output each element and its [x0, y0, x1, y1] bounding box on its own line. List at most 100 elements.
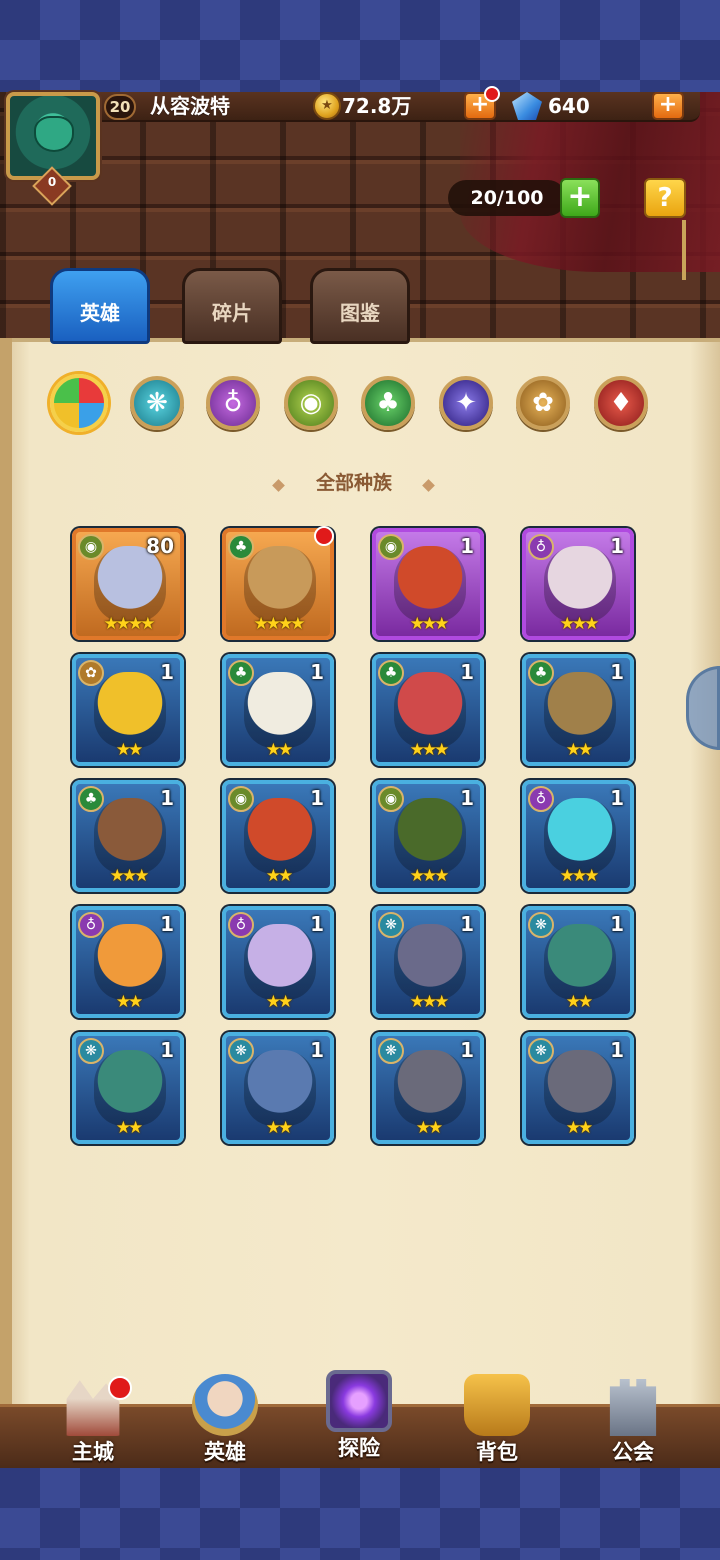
- hero-stars: ★★: [565, 1118, 593, 1138]
- race-filter-olive[interactable]: ◉: [284, 376, 338, 430]
- bag-icon: [464, 1374, 530, 1436]
- hero-level: 1: [310, 786, 324, 810]
- hero-card[interactable]: ♣ 1 ★★★: [372, 654, 484, 766]
- hero-card[interactable]: ❋ 1 ★★: [72, 1032, 184, 1144]
- hero-level: 1: [610, 1038, 624, 1062]
- hero-level: 80: [146, 534, 174, 558]
- hero-portrait: [394, 798, 466, 874]
- nav-label: 背包: [476, 1440, 518, 1464]
- race-cyan-icon: ❋: [528, 1038, 554, 1064]
- hero-portrait: [394, 1050, 466, 1126]
- race-filter-dark[interactable]: ✦: [439, 376, 493, 430]
- tab-fragments[interactable]: 碎片: [182, 268, 282, 344]
- hero-stars: ★★★: [109, 866, 150, 886]
- hero-card[interactable]: ◉ 80 ★★★★: [72, 528, 184, 640]
- race-filter-all[interactable]: [50, 374, 108, 432]
- hero-portrait: [244, 672, 316, 748]
- avatar-badge-value: 0: [47, 175, 57, 189]
- hero-stars: ★★: [415, 1118, 443, 1138]
- expand-capacity-button[interactable]: +: [560, 178, 600, 218]
- race-filter-purple[interactable]: ♁: [206, 376, 260, 430]
- race-cyan-icon: ❋: [378, 1038, 404, 1064]
- hero-portrait: [544, 672, 616, 748]
- hero-card[interactable]: ❋ 1 ★★: [522, 906, 634, 1018]
- hero-stars: ★★★: [409, 866, 450, 886]
- hero-stars: ★★: [565, 992, 593, 1012]
- race-green-icon: ♣: [78, 786, 104, 812]
- hero-card[interactable]: ♣ ★★★★: [222, 528, 334, 640]
- race-filter-red[interactable]: ♦: [594, 376, 648, 430]
- hero-portrait: [544, 798, 616, 874]
- hero-card[interactable]: ♁ 1 ★★★: [522, 528, 634, 640]
- hero-card[interactable]: ❋ 1 ★★: [372, 1032, 484, 1144]
- hero-portrait: [544, 1050, 616, 1126]
- hero-stars: ★★★: [409, 740, 450, 760]
- hero-card[interactable]: ♁ 1 ★★: [222, 906, 334, 1018]
- hero-stars: ★★: [565, 740, 593, 760]
- race-purple-icon: ♁: [78, 912, 104, 938]
- hero-card[interactable]: ♣ 1 ★★: [522, 654, 634, 766]
- player-name: 从容波特: [150, 94, 230, 118]
- book-edge: [0, 338, 12, 1438]
- portal-icon: [326, 1370, 392, 1432]
- hero-card[interactable]: ✿ 1 ★★: [72, 654, 184, 766]
- race-olive-icon: ◉: [228, 786, 254, 812]
- nav-label: 公会: [612, 1440, 654, 1464]
- hero-level: 1: [610, 534, 624, 558]
- hero-stars: ★★: [265, 1118, 293, 1138]
- hero-stars: ★★★: [409, 614, 450, 634]
- hero-portrait: [394, 672, 466, 748]
- race-filter-cyan[interactable]: ❋: [130, 376, 184, 430]
- gold-amount: 72.8万: [342, 94, 412, 118]
- race-gold-icon: ✿: [78, 660, 104, 686]
- city-alert-dot: [108, 1376, 132, 1400]
- nav-guild[interactable]: 公会: [578, 1370, 688, 1466]
- hero-portrait: [244, 924, 316, 1000]
- hero-card[interactable]: ♁ 1 ★★★: [522, 780, 634, 892]
- help-button[interactable]: ?: [644, 178, 686, 218]
- hero-stars: ★★: [115, 740, 143, 760]
- nav-explore[interactable]: 探险: [304, 1366, 414, 1462]
- hero-card[interactable]: ♁ 1 ★★: [72, 906, 184, 1018]
- hero-alert-dot: [314, 526, 334, 546]
- hero-card[interactable]: ♣ 1 ★★: [222, 654, 334, 766]
- hero-level: 1: [460, 1038, 474, 1062]
- hero-level: 1: [160, 660, 174, 684]
- race-filter-gold[interactable]: ✿: [516, 376, 570, 430]
- hero-card[interactable]: ◉ 1 ★★★: [372, 780, 484, 892]
- hero-portrait: [244, 546, 316, 622]
- hero-card[interactable]: ◉ 1 ★★: [222, 780, 334, 892]
- hero-card[interactable]: ◉ 1 ★★★: [372, 528, 484, 640]
- hero-stars: ★★★: [559, 614, 600, 634]
- hero-card[interactable]: ❋ 1 ★★: [222, 1032, 334, 1144]
- hero-portrait: [94, 798, 166, 874]
- race-cyan-icon: ❋: [78, 1038, 104, 1064]
- tab-codex[interactable]: 图鉴: [310, 268, 410, 344]
- race-filter-green[interactable]: ♣: [361, 376, 415, 430]
- nav-label: 探险: [338, 1436, 380, 1460]
- hero-portrait: [244, 798, 316, 874]
- hero-portrait: [94, 924, 166, 1000]
- hero-portrait: [544, 546, 616, 622]
- hero-stars: ★★: [265, 740, 293, 760]
- nav-bag[interactable]: 背包: [442, 1370, 552, 1466]
- hero-capacity: 20/100: [448, 180, 566, 216]
- gem-amount: 640: [548, 94, 590, 118]
- hero-stars: ★★★★: [103, 614, 156, 634]
- race-cyan-icon: ❋: [228, 1038, 254, 1064]
- hero-portrait: [94, 672, 166, 748]
- hero-card[interactable]: ❋ 1 ★★: [522, 1032, 634, 1144]
- add-gems-button[interactable]: +: [652, 92, 684, 120]
- hero-level: 1: [310, 912, 324, 936]
- tab-heroes[interactable]: 英雄: [50, 268, 150, 344]
- hero-card[interactable]: ♣ 1 ★★★: [72, 780, 184, 892]
- nav-heroes[interactable]: 英雄: [170, 1370, 280, 1466]
- nav-label: 主城: [72, 1440, 114, 1464]
- hero-portrait: [394, 924, 466, 1000]
- hero-card[interactable]: ❋ 1 ★★★: [372, 906, 484, 1018]
- hero-stars: ★★: [115, 1118, 143, 1138]
- race-olive-icon: ◉: [78, 534, 104, 560]
- section-title: 全部种族: [315, 472, 392, 494]
- hero-level: 1: [310, 660, 324, 684]
- hero-stars: ★★★★: [253, 614, 306, 634]
